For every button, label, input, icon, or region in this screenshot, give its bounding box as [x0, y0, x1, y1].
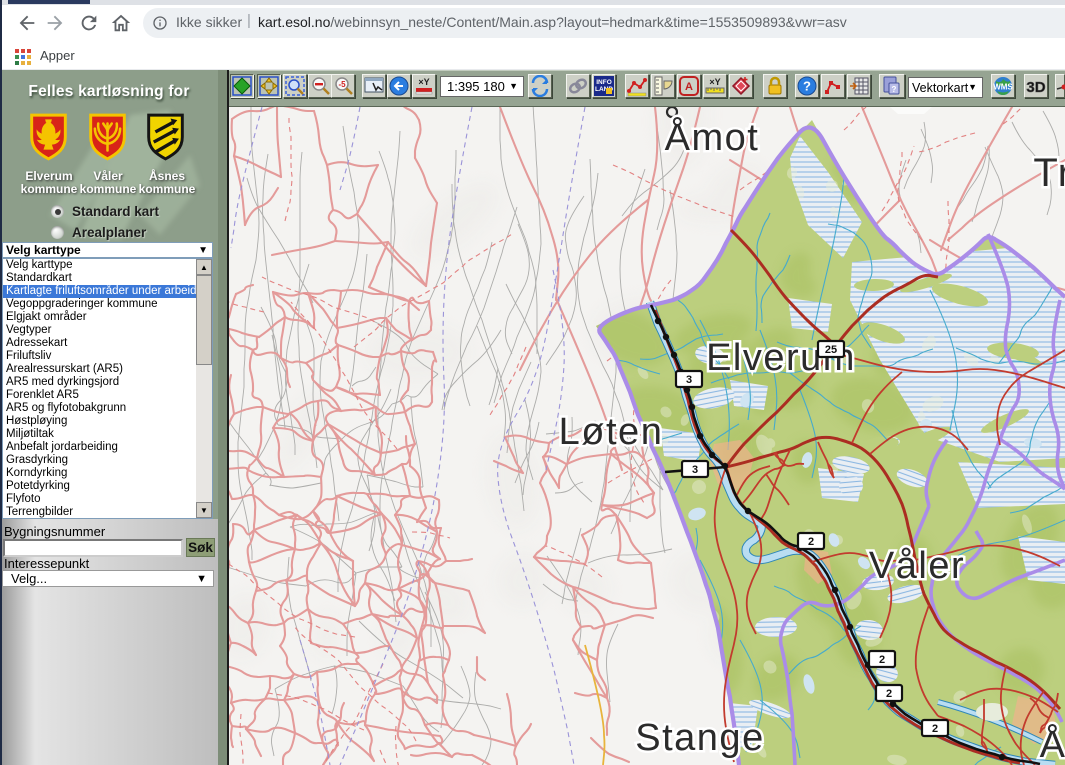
svg-text:Våler: Våler	[869, 545, 965, 587]
svg-text:2: 2	[886, 688, 892, 700]
svg-text:Løten: Løten	[559, 411, 664, 453]
svg-text:2: 2	[932, 723, 938, 735]
svg-text:-5: -5	[338, 80, 346, 89]
svg-text:Tr: Tr	[1033, 151, 1065, 195]
svg-text:×Y: ×Y	[418, 77, 429, 87]
svg-text:2: 2	[879, 654, 885, 666]
svg-text:Stange: Stange	[635, 717, 764, 759]
svg-text:?: ?	[892, 85, 897, 94]
svg-text:Å: Å	[1040, 722, 1065, 765]
svg-text:?: ?	[803, 79, 811, 94]
svg-text:Åmot: Åmot	[665, 115, 760, 159]
svg-text:3: 3	[686, 374, 692, 386]
svg-text:3D: 3D	[1026, 79, 1045, 96]
svg-text:3: 3	[692, 464, 698, 476]
svg-text:INFO: INFO	[596, 79, 612, 86]
svg-text:A: A	[685, 81, 693, 93]
svg-text:25: 25	[825, 344, 837, 356]
svg-text:2: 2	[808, 536, 814, 548]
svg-text:WMS: WMS	[993, 83, 1013, 92]
svg-text:×Y: ×Y	[709, 77, 720, 87]
